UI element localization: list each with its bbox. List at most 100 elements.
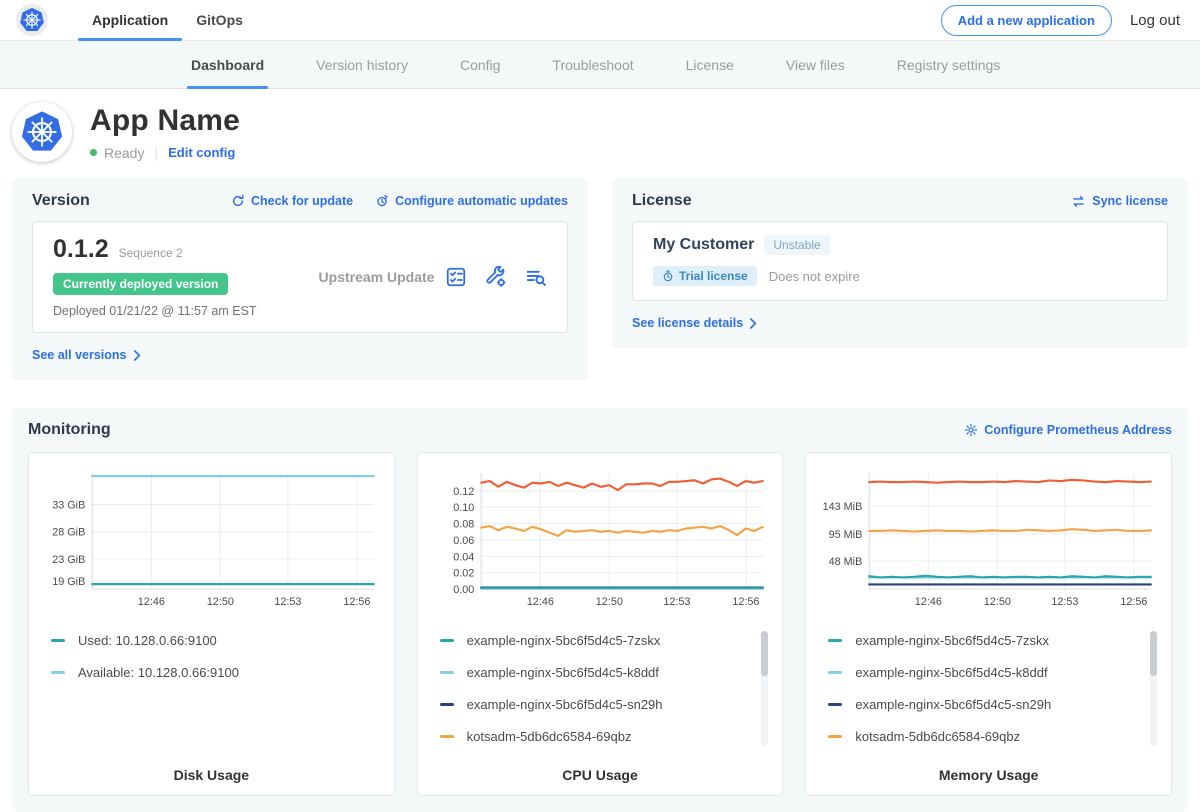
legend-color-dash <box>828 735 842 738</box>
clock-update-icon <box>375 194 389 208</box>
svg-text:0.02: 0.02 <box>453 568 474 580</box>
kubernetes-logo-icon[interactable] <box>16 4 48 36</box>
preflight-checklist-icon[interactable] <box>445 266 467 288</box>
legend-label: Used: 10.128.0.66:9100 <box>78 633 217 648</box>
monitoring-section: Monitoring Configure Prometheus Address … <box>12 408 1188 812</box>
svg-text:12:46: 12:46 <box>526 596 553 608</box>
logout-link[interactable]: Log out <box>1130 12 1180 29</box>
tab-application[interactable]: Application <box>78 0 182 40</box>
view-logs-icon[interactable] <box>525 266 547 288</box>
svg-text:12:56: 12:56 <box>343 596 370 608</box>
svg-text:0.08: 0.08 <box>453 519 474 531</box>
legend-label: Available: 10.128.0.66:9100 <box>78 665 239 680</box>
app-avatar <box>12 102 72 162</box>
legend-color-dash <box>440 639 454 642</box>
svg-text:0.10: 0.10 <box>453 502 474 514</box>
svg-text:23 GiB: 23 GiB <box>52 554 85 566</box>
disk-usage-plot: 19 GiB23 GiB28 GiB33 GiB12:4612:5012:531… <box>41 465 382 615</box>
page-title: App Name <box>90 104 240 138</box>
legend-color-dash <box>828 703 842 706</box>
monitoring-title: Monitoring <box>28 421 111 439</box>
subnav-license[interactable]: License <box>660 41 760 88</box>
see-all-versions-link[interactable]: See all versions <box>32 348 142 362</box>
svg-text:95 MiB: 95 MiB <box>829 529 863 541</box>
trial-license-badge: Trial license <box>653 266 757 286</box>
svg-text:12:50: 12:50 <box>984 596 1011 608</box>
config-wrench-icon[interactable] <box>485 266 507 288</box>
sync-license-link[interactable]: Sync license <box>1071 194 1168 208</box>
gear-icon <box>964 423 978 437</box>
app-subnav: Dashboard Version history Config Trouble… <box>0 41 1200 89</box>
legend-color-dash <box>51 639 65 642</box>
app-status: Ready <box>104 145 144 161</box>
svg-text:12:53: 12:53 <box>274 596 301 608</box>
legend-label: kotsadm-5db6dc6584-69qbz <box>855 729 1020 744</box>
svg-text:33 GiB: 33 GiB <box>52 499 85 511</box>
configure-prometheus-link[interactable]: Configure Prometheus Address <box>964 423 1172 437</box>
svg-text:48 MiB: 48 MiB <box>829 556 863 568</box>
subnav-view-files[interactable]: View files <box>760 41 871 88</box>
svg-text:28 GiB: 28 GiB <box>52 527 85 539</box>
configure-automatic-updates-link[interactable]: Configure automatic updates <box>375 194 568 208</box>
legend-color-dash <box>828 639 842 642</box>
legend-label: example-nginx-5bc6f5d4c5-k8ddf <box>467 665 659 680</box>
cpu-usage-legend: example-nginx-5bc6f5d4c5-7zskx example-ng… <box>430 631 771 763</box>
tab-gitops[interactable]: GitOps <box>182 0 257 40</box>
chevron-right-icon <box>133 350 142 361</box>
subnav-troubleshoot[interactable]: Troubleshoot <box>526 41 659 88</box>
subnav-dashboard[interactable]: Dashboard <box>165 41 290 88</box>
svg-text:12:53: 12:53 <box>1052 596 1079 608</box>
version-number: 0.1.2 <box>53 235 109 264</box>
svg-text:19 GiB: 19 GiB <box>52 576 85 588</box>
add-application-button[interactable]: Add a new application <box>941 5 1112 36</box>
version-source: Upstream Update <box>308 269 445 285</box>
legend-item: example-nginx-5bc6f5d4c5-7zskx <box>828 633 1141 648</box>
version-card-title: Version <box>32 192 90 210</box>
chevron-right-icon <box>749 318 758 329</box>
legend-item: example-nginx-5bc6f5d4c5-sn29h <box>828 697 1141 712</box>
license-card: License Sync license My Customer Unstabl… <box>612 178 1188 348</box>
legend-color-dash <box>440 671 454 674</box>
divider: | <box>154 145 158 161</box>
legend-scrollbar-thumb[interactable] <box>1150 631 1157 676</box>
license-card-title: License <box>632 192 692 210</box>
svg-text:0.00: 0.00 <box>453 584 474 596</box>
svg-text:143 MiB: 143 MiB <box>823 501 863 513</box>
memory-usage-legend: example-nginx-5bc6f5d4c5-7zskx example-ng… <box>818 631 1159 763</box>
subnav-registry-settings[interactable]: Registry settings <box>871 41 1026 88</box>
ready-status-dot <box>90 149 97 156</box>
svg-text:12:53: 12:53 <box>663 596 690 608</box>
legend-color-dash <box>51 671 65 674</box>
legend-color-dash <box>440 735 454 738</box>
svg-text:0.04: 0.04 <box>453 551 474 563</box>
subnav-config[interactable]: Config <box>434 41 526 88</box>
chart-card-cpu-usage: 0.000.020.040.060.080.100.1212:4612:5012… <box>417 452 784 796</box>
svg-text:12:50: 12:50 <box>207 596 234 608</box>
legend-color-dash <box>828 671 842 674</box>
legend-label: example-nginx-5bc6f5d4c5-k8ddf <box>855 665 1047 680</box>
legend-item: example-nginx-5bc6f5d4c5-k8ddf <box>828 665 1141 680</box>
legend-scrollbar-thumb[interactable] <box>761 631 768 676</box>
svg-text:12:46: 12:46 <box>915 596 942 608</box>
cpu-usage-plot: 0.000.020.040.060.080.100.1212:4612:5012… <box>430 465 771 615</box>
legend-item: example-nginx-5bc6f5d4c5-7zskx <box>440 633 753 648</box>
edit-config-link[interactable]: Edit config <box>168 145 235 160</box>
subnav-version-history[interactable]: Version history <box>290 41 434 88</box>
legend-scrollbar[interactable] <box>1150 631 1157 746</box>
legend-scrollbar[interactable] <box>761 631 768 746</box>
legend-item: kotsadm-5db6dc6584-69qbz <box>440 729 753 744</box>
svg-text:0.12: 0.12 <box>453 486 474 498</box>
check-for-update-link[interactable]: Check for update <box>231 194 353 208</box>
legend-label: example-nginx-5bc6f5d4c5-sn29h <box>855 697 1051 712</box>
deployed-badge: Currently deployed version <box>53 273 228 295</box>
svg-text:0.06: 0.06 <box>453 535 474 547</box>
disk-usage-title: Disk Usage <box>41 767 382 783</box>
legend-label: example-nginx-5bc6f5d4c5-sn29h <box>467 697 663 712</box>
svg-text:12:56: 12:56 <box>1121 596 1148 608</box>
customer-name: My Customer <box>653 236 754 254</box>
refresh-icon <box>231 194 245 208</box>
memory-usage-plot: 48 MiB 95 MiB 143 MiB 12:46 12:50 12:53 12:56 <box>818 465 1159 615</box>
cpu-usage-title: CPU Usage <box>430 767 771 783</box>
version-sequence: Sequence 2 <box>119 246 183 260</box>
see-license-details-link[interactable]: See license details <box>632 316 758 330</box>
